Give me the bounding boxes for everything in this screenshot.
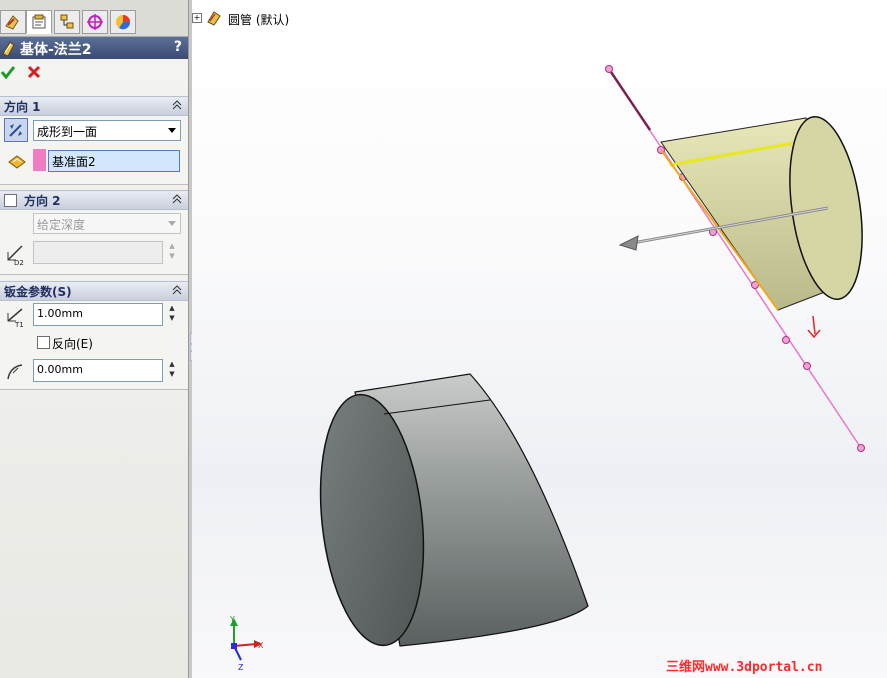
spin-up-icon[interactable]: ▲: [166, 303, 178, 313]
chevron-down-icon: [164, 121, 180, 140]
bend-radius-icon: [7, 364, 23, 380]
base-flange-icon: [2, 41, 15, 57]
spin-up-icon[interactable]: ▲: [166, 359, 178, 369]
view-triad: Y X Z: [229, 615, 264, 672]
triad-z-label: Z: [238, 663, 244, 672]
watermark-text: 三维网www.3dportal.cn: [666, 660, 823, 675]
reverse-label: 反向(E): [52, 337, 93, 351]
part-name[interactable]: 圆管 (默认): [228, 11, 289, 28]
ok-button[interactable]: [0, 64, 16, 80]
chevron-down-icon: [164, 214, 180, 233]
collapse-icon[interactable]: [172, 193, 182, 205]
thickness-direction-icon[interactable]: [807, 315, 821, 339]
tab-dimxpert[interactable]: [82, 10, 108, 34]
flange-preview[interactable]: [660, 112, 872, 311]
feature-title: 基体-法兰2: [20, 42, 92, 58]
expand-plus-icon[interactable]: +: [192, 13, 202, 23]
reverse-direction-button[interactable]: [4, 118, 28, 142]
end-condition-select[interactable]: 成形到一面: [33, 120, 181, 141]
spin-down-icon[interactable]: ▼: [166, 251, 178, 261]
direction2-end-condition-select[interactable]: 给定深度: [33, 213, 181, 234]
face-plane-icon: [8, 155, 26, 169]
graphics-area[interactable]: Y X Z: [192, 0, 887, 678]
dimxpert-icon: [87, 14, 103, 30]
tab-feature-manager[interactable]: [0, 10, 26, 34]
model-view[interactable]: Y X Z: [192, 0, 887, 678]
direction2-header[interactable]: 方向 2: [0, 190, 188, 210]
spin-down-icon[interactable]: ▼: [166, 369, 178, 379]
property-manager-icon: [32, 14, 46, 29]
spin-up-icon[interactable]: ▲: [166, 241, 178, 251]
depth-d2-icon: D2: [7, 245, 24, 266]
feature-tree-icon: [5, 15, 19, 30]
thickness-spinner[interactable]: ▲ ▼: [166, 303, 178, 323]
bend-radius-input[interactable]: 0.00mm: [33, 359, 163, 382]
tab-property-manager[interactable]: [26, 10, 52, 34]
property-manager-panel: 基体-法兰2 ? 方向 1 成形到一面 基准面2 方向 2 给定深度 D2 ▲ …: [0, 0, 189, 678]
direction2-depth-spinner[interactable]: ▲ ▼: [166, 241, 178, 261]
svg-text:D2: D2: [14, 259, 24, 266]
tube-body[interactable]: [309, 373, 589, 651]
help-button[interactable]: ?: [174, 39, 182, 55]
collapse-icon[interactable]: [172, 284, 182, 296]
direction1-title: 方向 1: [4, 100, 41, 114]
spin-down-icon[interactable]: ▼: [166, 313, 178, 323]
appearance-icon: [116, 15, 131, 30]
direction2-end-condition-value: 给定深度: [37, 218, 86, 232]
direction1-header[interactable]: 方向 1: [0, 96, 188, 116]
cancel-button[interactable]: [26, 64, 42, 80]
thickness-value: 1.00mm: [37, 307, 83, 320]
reverse-checkbox[interactable]: [37, 336, 50, 349]
end-condition-value: 成形到一面: [37, 125, 98, 139]
sheetmetal-header[interactable]: 钣金参数(S): [0, 281, 188, 301]
feature-title-bar: 基体-法兰2 ?: [0, 37, 188, 59]
direction1-body: 成形到一面 基准面2: [0, 116, 188, 185]
svg-text:T1: T1: [14, 321, 24, 329]
part-icon: [207, 11, 221, 26]
reference-selection-box[interactable]: 基准面2: [48, 150, 180, 172]
reference-value: 基准面2: [52, 155, 96, 169]
tab-display-manager[interactable]: [110, 10, 136, 34]
bend-radius-value: 0.00mm: [37, 363, 83, 376]
direction2-body: 给定深度 D2 ▲ ▼: [0, 210, 188, 275]
thickness-t1-icon: T1: [7, 308, 24, 329]
bend-radius-spinner[interactable]: ▲ ▼: [166, 359, 178, 379]
direction2-title: 方向 2: [24, 194, 61, 208]
reverse-direction-icon: [9, 124, 22, 137]
thickness-input[interactable]: 1.00mm: [33, 303, 163, 326]
sheetmetal-body: T1 1.00mm ▲ ▼ 反向(E) 0.00mm ▲ ▼: [0, 301, 188, 390]
triad-y-label: Y: [229, 615, 235, 624]
sheetmetal-title: 钣金参数(S): [4, 285, 72, 299]
tab-configuration-manager[interactable]: [54, 10, 80, 34]
direction2-checkbox[interactable]: [4, 194, 17, 207]
manager-tabs: [0, 0, 188, 37]
configuration-icon: [60, 14, 74, 29]
triad-x-label: X: [258, 641, 264, 650]
direction2-depth-input[interactable]: [33, 241, 163, 264]
collapse-icon[interactable]: [172, 99, 182, 111]
selection-color-swatch: [33, 149, 46, 171]
